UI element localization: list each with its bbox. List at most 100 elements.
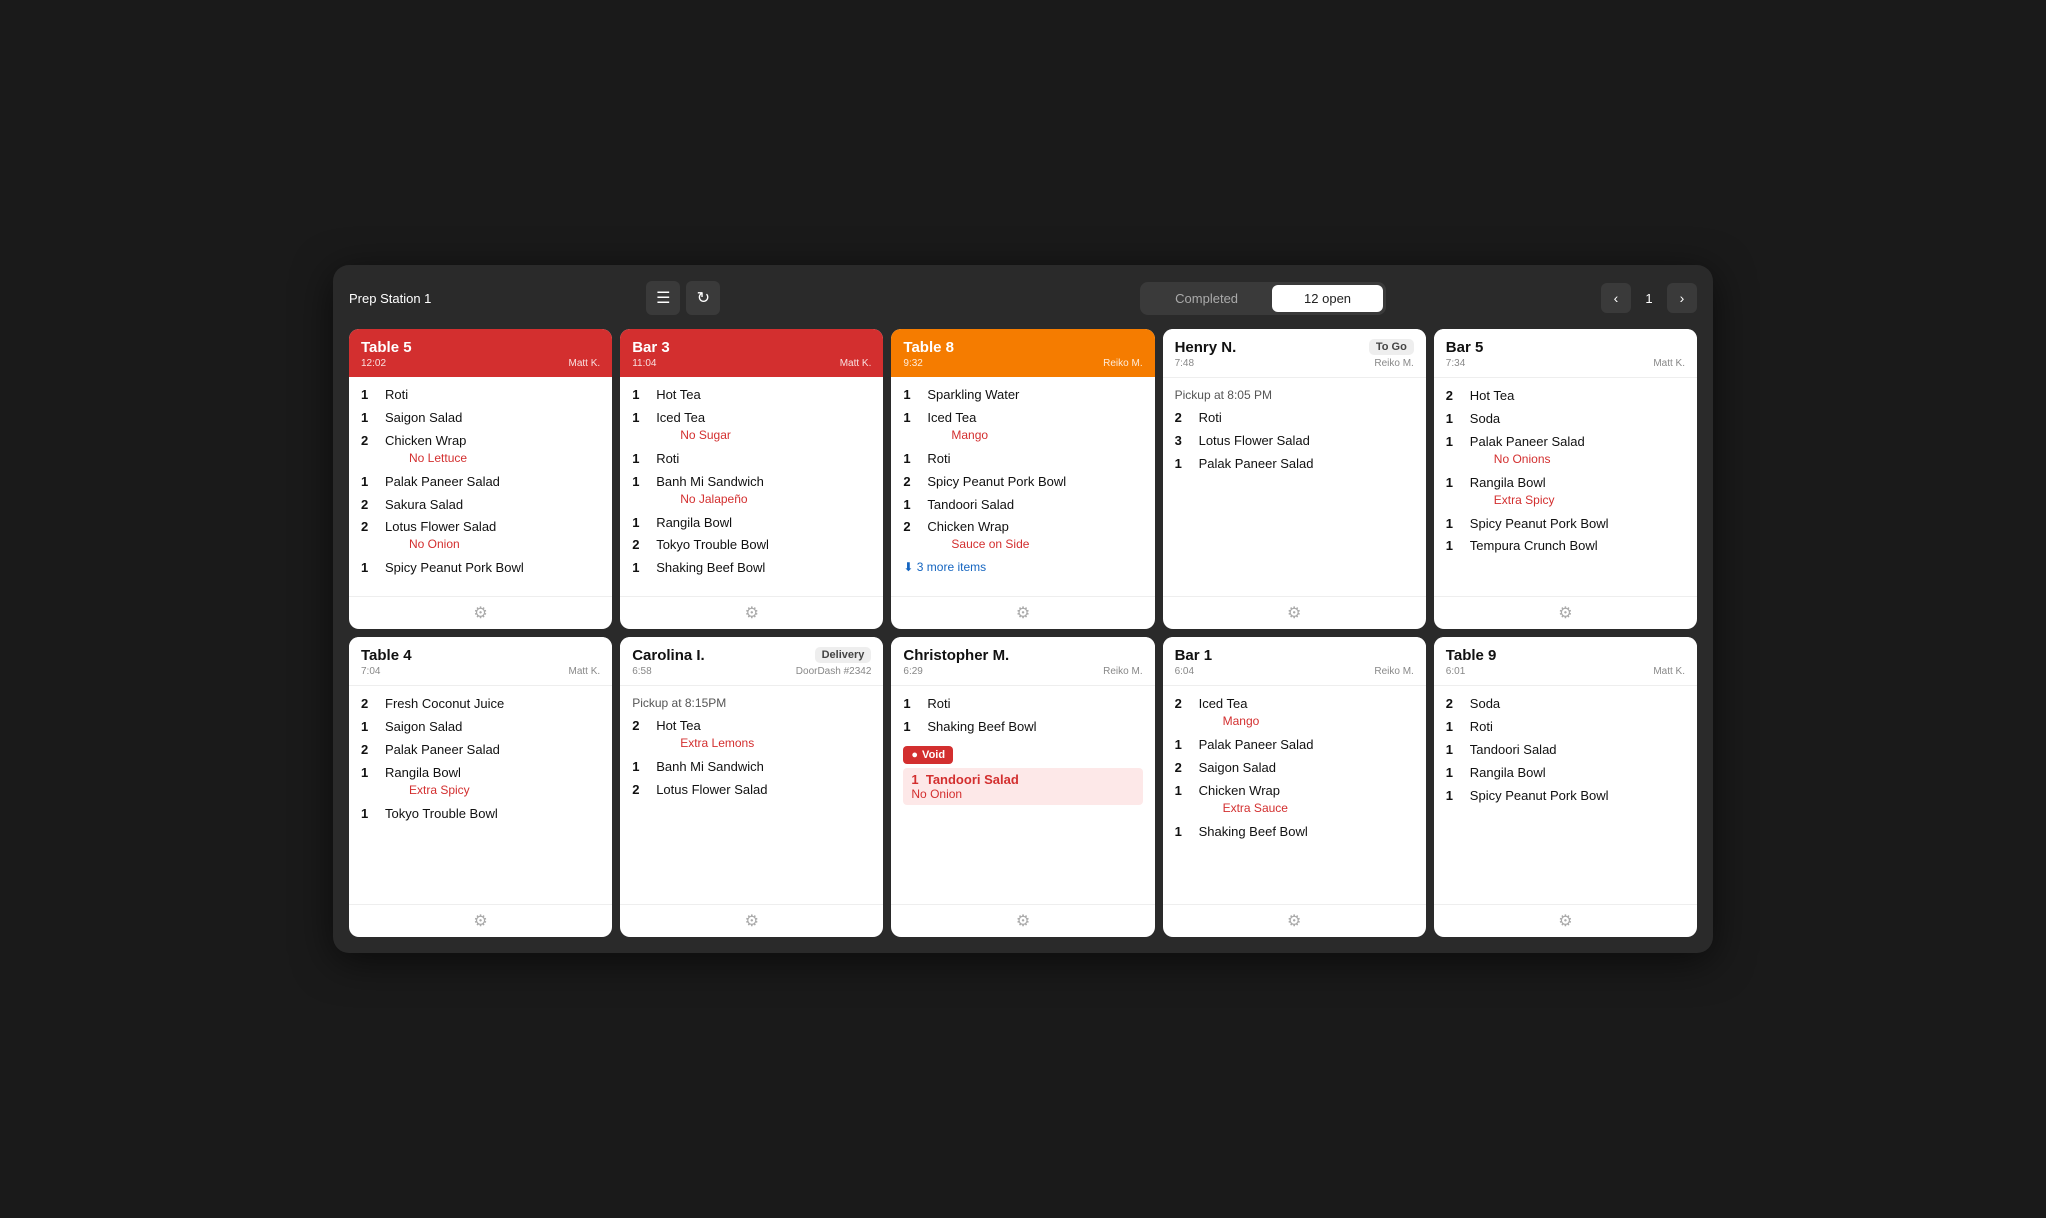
item-modifier: No Jalapeño bbox=[680, 492, 764, 506]
item-name: Chicken Wrap bbox=[927, 519, 1029, 536]
item-name: Shaking Beef Bowl bbox=[1199, 824, 1308, 841]
item-name: Iced Tea bbox=[927, 410, 988, 427]
settings-icon[interactable]: ⚙ bbox=[473, 603, 487, 623]
item-qty: 2 bbox=[361, 519, 379, 534]
item-qty: 1 bbox=[361, 560, 379, 575]
tab-group: Completed 12 open bbox=[1140, 282, 1386, 315]
order-item: 2 Hot Tea Extra Lemons bbox=[632, 718, 871, 753]
order-card: Table 96:01Matt K. 2 Soda 1 Roti 1 Tando… bbox=[1434, 637, 1697, 937]
item-qty: 2 bbox=[361, 433, 379, 448]
item-qty: 2 bbox=[1446, 388, 1464, 403]
item-qty: 1 bbox=[903, 451, 921, 466]
order-item: 1 Roti bbox=[1446, 719, 1685, 736]
item-qty: 2 bbox=[1175, 696, 1193, 711]
card-footer: ⚙ bbox=[349, 904, 612, 937]
item-name: Fresh Coconut Juice bbox=[385, 696, 504, 713]
settings-icon[interactable]: ⚙ bbox=[1558, 911, 1572, 931]
card-body: 2 Soda 1 Roti 1 Tandoori Salad 1 Rangila… bbox=[1434, 686, 1697, 904]
item-qty: 1 bbox=[903, 696, 921, 711]
tab-open[interactable]: 12 open bbox=[1272, 285, 1383, 312]
card-body: 2 Hot Tea 1 Soda 1 Palak Paneer Salad No… bbox=[1434, 378, 1697, 596]
order-item: 2 Spicy Peanut Pork Bowl bbox=[903, 474, 1142, 491]
more-items-link[interactable]: ⬇ 3 more items bbox=[903, 560, 1142, 574]
order-item: 3 Lotus Flower Salad bbox=[1175, 433, 1414, 450]
order-item: 1 Palak Paneer Salad bbox=[361, 474, 600, 491]
item-name: Roti bbox=[927, 451, 950, 468]
order-item: 1 Hot Tea bbox=[632, 387, 871, 404]
void-item: 1 Tandoori Salad No Onion bbox=[903, 768, 1142, 805]
tab-completed[interactable]: Completed bbox=[1143, 285, 1270, 312]
order-item: 1 Rangila Bowl bbox=[632, 515, 871, 532]
item-name: Palak Paneer Salad bbox=[1199, 737, 1314, 754]
card-staff: Reiko M. bbox=[1103, 666, 1142, 677]
item-name: Hot Tea bbox=[656, 387, 701, 404]
item-modifier: Extra Lemons bbox=[680, 736, 754, 750]
card-title: Table 8 bbox=[903, 339, 954, 356]
order-card: Christopher M.6:29Reiko M. 1 Roti 1 Shak… bbox=[891, 637, 1154, 937]
item-name: Tandoori Salad bbox=[1470, 742, 1557, 759]
refresh-button[interactable]: ↻ bbox=[686, 281, 720, 315]
order-item: 2 Chicken Wrap No Lettuce bbox=[361, 433, 600, 468]
item-qty: 1 bbox=[361, 806, 379, 821]
item-qty: 3 bbox=[1175, 433, 1193, 448]
item-name: Iced Tea bbox=[1199, 696, 1260, 713]
order-item: 1 Shaking Beef Bowl bbox=[903, 719, 1142, 736]
item-qty: 1 bbox=[632, 474, 650, 489]
settings-icon[interactable]: ⚙ bbox=[1016, 603, 1030, 623]
void-item-mod: No Onion bbox=[911, 787, 1134, 801]
prev-page-button[interactable]: ‹ bbox=[1601, 283, 1631, 313]
item-name: Tandoori Salad bbox=[927, 497, 1014, 514]
order-item: 1 Palak Paneer Salad bbox=[1175, 737, 1414, 754]
item-qty: 2 bbox=[361, 696, 379, 711]
pickup-info: Pickup at 8:05 PM bbox=[1175, 388, 1414, 402]
item-name: Rangila Bowl bbox=[656, 515, 732, 532]
order-item: 1 Rangila Bowl Extra Spicy bbox=[361, 765, 600, 800]
page-number: 1 bbox=[1639, 291, 1659, 306]
item-qty: 1 bbox=[632, 515, 650, 530]
next-page-button[interactable]: › bbox=[1667, 283, 1697, 313]
item-name: Shaking Beef Bowl bbox=[927, 719, 1036, 736]
card-staff: Matt K. bbox=[1653, 358, 1685, 369]
card-title: Christopher M. bbox=[903, 647, 1009, 664]
item-modifier: Mango bbox=[951, 428, 988, 442]
order-card: Henry N.To Go7:48Reiko M. Pickup at 8:05… bbox=[1163, 329, 1426, 629]
card-title: Table 9 bbox=[1446, 647, 1497, 664]
cards-grid: Table 512:02Matt K. 1 Roti 1 Saigon Sala… bbox=[349, 329, 1697, 937]
item-qty: 2 bbox=[903, 519, 921, 534]
item-name: Rangila Bowl bbox=[385, 765, 470, 782]
settings-icon[interactable]: ⚙ bbox=[745, 911, 759, 931]
item-name: Rangila Bowl bbox=[1470, 475, 1555, 492]
order-item: 1 Banh Mi Sandwich No Jalapeño bbox=[632, 474, 871, 509]
card-footer: ⚙ bbox=[349, 596, 612, 629]
item-name: Palak Paneer Salad bbox=[385, 474, 500, 491]
order-item: 1 Tempura Crunch Bowl bbox=[1446, 538, 1685, 555]
settings-icon[interactable]: ⚙ bbox=[1287, 911, 1301, 931]
item-qty: 2 bbox=[632, 782, 650, 797]
item-name: Chicken Wrap bbox=[1199, 783, 1288, 800]
menu-button[interactable]: ☰ bbox=[646, 281, 680, 315]
order-item: 1 Roti bbox=[632, 451, 871, 468]
settings-icon[interactable]: ⚙ bbox=[1287, 603, 1301, 623]
settings-icon[interactable]: ⚙ bbox=[473, 911, 487, 931]
card-time: 6:01 bbox=[1446, 666, 1465, 677]
order-item: 1 Shaking Beef Bowl bbox=[632, 560, 871, 577]
item-qty: 1 bbox=[1175, 456, 1193, 471]
order-item: 2 Sakura Salad bbox=[361, 497, 600, 514]
settings-icon[interactable]: ⚙ bbox=[1558, 603, 1572, 623]
item-name: Shaking Beef Bowl bbox=[656, 560, 765, 577]
order-item: 2 Tokyo Trouble Bowl bbox=[632, 537, 871, 554]
item-qty: 1 bbox=[903, 387, 921, 402]
item-qty: 1 bbox=[903, 410, 921, 425]
order-item: 2 Lotus Flower Salad No Onion bbox=[361, 519, 600, 554]
item-name: Sakura Salad bbox=[385, 497, 463, 514]
order-item: 1 Tokyo Trouble Bowl bbox=[361, 806, 600, 823]
item-qty: 2 bbox=[1175, 410, 1193, 425]
card-body: 1 Sparkling Water 1 Iced Tea Mango 1 Rot… bbox=[891, 377, 1154, 596]
item-modifier: No Lettuce bbox=[409, 451, 467, 465]
item-qty: 2 bbox=[1175, 760, 1193, 775]
card-time: 6:04 bbox=[1175, 666, 1194, 677]
app-container: Prep Station 1 ☰ ↻ Completed 12 open ‹ 1… bbox=[333, 265, 1713, 953]
settings-icon[interactable]: ⚙ bbox=[745, 603, 759, 623]
card-title: Henry N. bbox=[1175, 339, 1237, 356]
settings-icon[interactable]: ⚙ bbox=[1016, 911, 1030, 931]
